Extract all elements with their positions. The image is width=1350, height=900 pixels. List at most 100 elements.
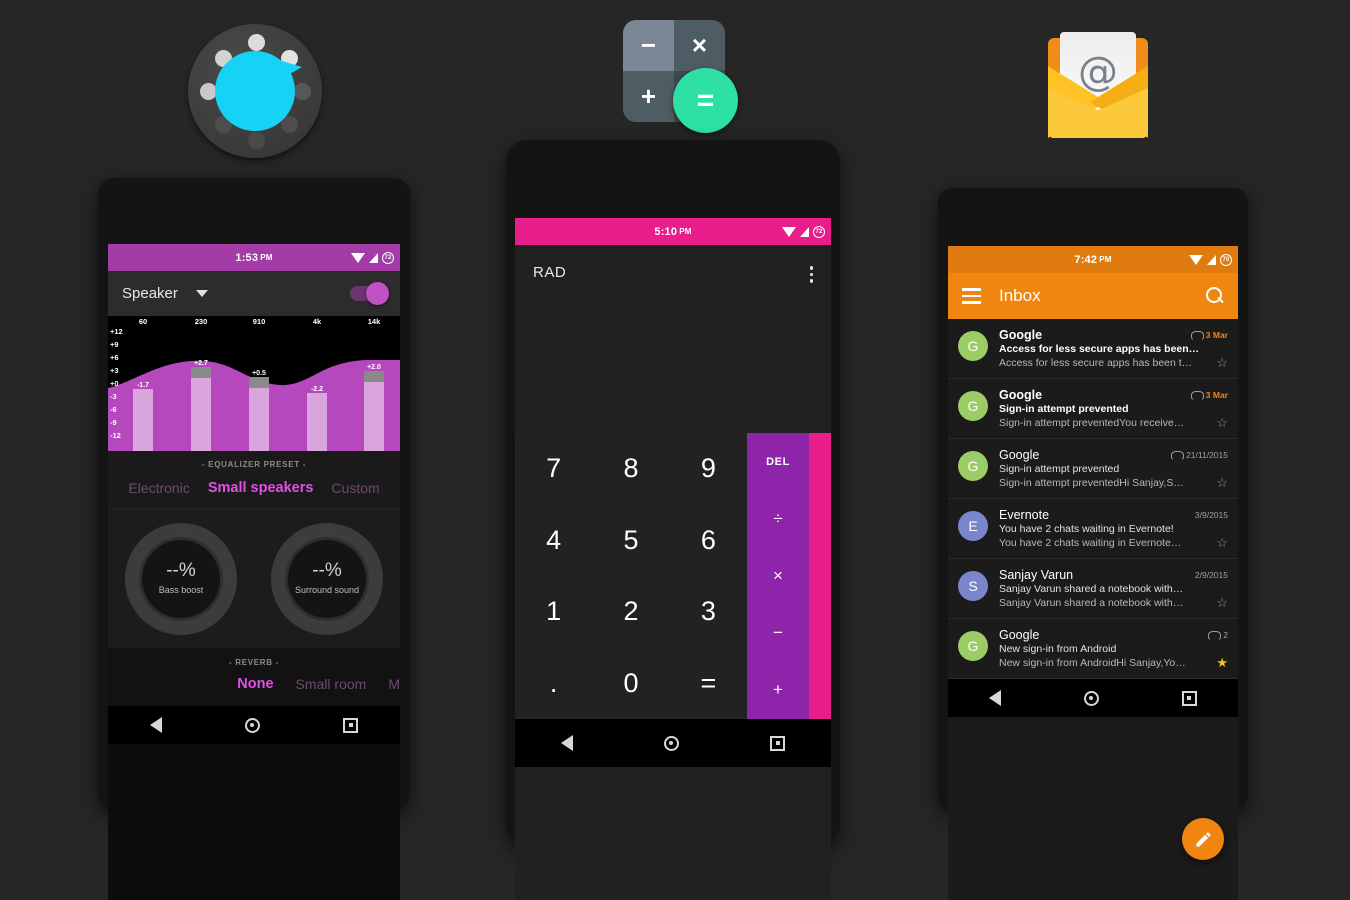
back-button[interactable]	[989, 690, 1002, 706]
key-3[interactable]: 3	[670, 576, 747, 648]
eq-band-slider[interactable]	[307, 393, 327, 451]
status-icons: 72	[351, 251, 394, 264]
wifi-icon	[1189, 254, 1203, 265]
star-toggle[interactable]: ☆	[1216, 356, 1228, 369]
email-list[interactable]: G Google 3 Mar Access for less secure apps …	[948, 319, 1238, 679]
key-8[interactable]: 8	[592, 433, 669, 505]
key-4[interactable]: 4	[515, 505, 592, 577]
back-button[interactable]	[149, 717, 162, 733]
output-selector[interactable]: Speaker	[122, 285, 208, 302]
bass-boost-label: Bass boost	[158, 585, 204, 596]
email-sender: Evernote	[999, 508, 1050, 522]
freq-tick: 910	[252, 317, 266, 326]
reverb-chip-none[interactable]: None	[237, 676, 273, 692]
recents-button[interactable]	[1181, 690, 1197, 706]
key-5[interactable]: 5	[592, 505, 669, 577]
eq-band-slider[interactable]	[249, 377, 269, 451]
key-2[interactable]: 2	[592, 576, 669, 648]
angle-mode-toggle[interactable]: RAD	[533, 264, 566, 281]
db-tick: +9	[110, 340, 119, 349]
preset-chip-electronic[interactable]: Electronic	[128, 480, 189, 496]
status-meridiem: PM	[1099, 255, 1112, 264]
key-equals[interactable]: =	[670, 648, 747, 720]
reverb-chip-small-room[interactable]: Small room	[296, 676, 367, 692]
email-list-item[interactable]: G Google 21/11/2015 Sign-in attempt prevent…	[948, 439, 1238, 499]
calculator-display[interactable]	[515, 315, 831, 433]
equalizer-power-toggle[interactable]	[350, 282, 389, 305]
calc-icon-plus-icon: +	[623, 71, 674, 122]
equalizer-preset-section: - EQUALIZER PRESET - Electronic Small sp…	[108, 451, 400, 508]
db-tick: +3	[110, 366, 119, 375]
email-app-icon[interactable]: @	[1040, 30, 1156, 146]
chevron-down-icon	[195, 290, 208, 297]
hamburger-icon[interactable]	[962, 288, 981, 304]
calculator-number-pad: 7 8 9 4 5 6 1 2 3 . 0 =	[515, 433, 747, 719]
key-9[interactable]: 9	[670, 433, 747, 505]
email-body: Google 3 Mar Access for less secure apps h…	[999, 328, 1228, 369]
avatar[interactable]: S	[958, 571, 988, 601]
email-body: Sanjay Varun 2/9/2015 Sanjay Varun shared …	[999, 568, 1228, 609]
surround-sound-knob[interactable]: --% Surround sound	[271, 522, 383, 635]
attachment-icon	[1190, 330, 1204, 341]
compose-button[interactable]	[1182, 818, 1224, 860]
calculator-app-icon[interactable]: − × + =	[623, 20, 738, 133]
email-list-item[interactable]: G Google 3 Mar Access for less secure apps …	[948, 319, 1238, 379]
avatar[interactable]: E	[958, 511, 988, 541]
star-toggle[interactable]: ☆	[1216, 596, 1228, 609]
home-button[interactable]	[1083, 690, 1099, 706]
star-toggle[interactable]: ☆	[1216, 416, 1228, 429]
key-decimal[interactable]: .	[515, 648, 592, 720]
eq-band-slider[interactable]	[133, 389, 153, 451]
kebab-menu-icon[interactable]	[809, 264, 813, 283]
key-add[interactable]: +	[747, 662, 809, 719]
email-date: 3 Mar	[1205, 330, 1228, 340]
recents-button[interactable]	[770, 735, 786, 751]
search-icon[interactable]	[1206, 287, 1224, 305]
eq-band-value: +0.5	[252, 370, 266, 377]
key-subtract[interactable]: −	[747, 605, 809, 662]
bass-boost-knob[interactable]: --% Bass boost	[125, 522, 237, 635]
key-delete[interactable]: DEL	[747, 433, 809, 490]
star-toggle[interactable]: ★	[1216, 656, 1228, 669]
calculator-keypad: 7 8 9 4 5 6 1 2 3 . 0 = DEL ÷ × − +	[515, 433, 831, 719]
status-bar: 7:42 PM 70	[948, 246, 1238, 273]
email-meta: 3 Mar	[1190, 390, 1228, 401]
key-divide[interactable]: ÷	[747, 490, 809, 547]
key-1[interactable]: 1	[515, 576, 592, 648]
preset-chip-custom[interactable]: Custom	[331, 480, 379, 496]
email-list-item[interactable]: E Evernote 3/9/2015 You have 2 chats waitin…	[948, 499, 1238, 559]
key-7[interactable]: 7	[515, 433, 592, 505]
key-multiply[interactable]: ×	[747, 547, 809, 604]
avatar[interactable]: G	[958, 451, 988, 481]
knob-dot-icon	[294, 83, 311, 100]
back-button[interactable]	[560, 735, 573, 751]
equalizer-app-icon[interactable]	[188, 24, 322, 158]
signal-icon	[369, 252, 378, 263]
eq-band-slider[interactable]	[191, 367, 211, 451]
avatar[interactable]: G	[958, 331, 988, 361]
key-6[interactable]: 6	[670, 505, 747, 577]
email-list-item[interactable]: S Sanjay Varun 2/9/2015 Sanjay Varun shared…	[948, 559, 1238, 619]
email-body: Google 2 New sign-in from Android New sign-…	[999, 628, 1228, 669]
eq-band-slider[interactable]	[364, 371, 384, 451]
battery-icon: 72	[382, 251, 394, 264]
knob-center-icon	[215, 51, 295, 131]
signal-icon	[1207, 254, 1216, 265]
home-button[interactable]	[663, 735, 679, 751]
inbox-screen: 7:42 PM 70 Inbox G Google 3 Mar Access for …	[948, 246, 1238, 900]
reverb-chip-medium-room[interactable]: M	[388, 676, 400, 692]
calculator-screen: 5:10 PM 72 RAD 7 8 9 4 5 6 1 2 3 . 0 = D…	[515, 218, 831, 900]
calc-icon-minus-icon: −	[623, 20, 674, 71]
home-button[interactable]	[244, 717, 260, 733]
avatar[interactable]: G	[958, 391, 988, 421]
star-toggle[interactable]: ☆	[1216, 536, 1228, 549]
email-date: 2/9/2015	[1194, 570, 1228, 580]
star-toggle[interactable]: ☆	[1216, 476, 1228, 489]
email-list-item[interactable]: G Google 3 Mar Sign-in attempt prevented Sig…	[948, 379, 1238, 439]
equalizer-graph[interactable]: 60 230 910 4k 14k +12 +9 +6 +3 +0 -3 -6 …	[108, 316, 400, 451]
email-list-item[interactable]: G Google 2 New sign-in from Android New sign…	[948, 619, 1238, 679]
preset-chip-small-speakers[interactable]: Small speakers	[208, 480, 314, 496]
recents-button[interactable]	[343, 717, 359, 733]
avatar[interactable]: G	[958, 631, 988, 661]
key-0[interactable]: 0	[592, 648, 669, 720]
